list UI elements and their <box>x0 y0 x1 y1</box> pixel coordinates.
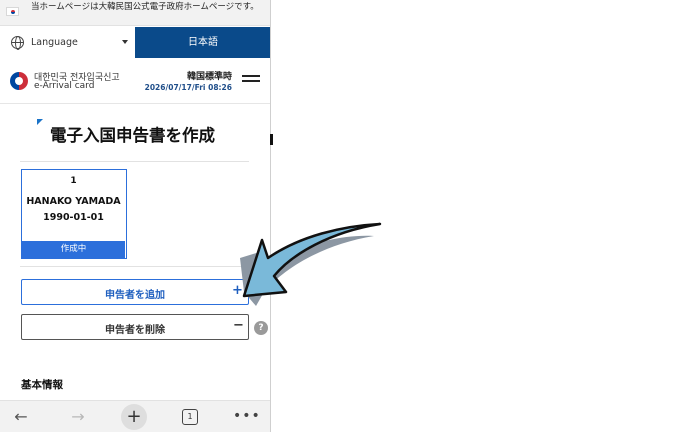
caret-down-icon <box>122 40 128 44</box>
notice-text: 当ホームページは大韓民国公式電子政府ホームページです。 <box>31 2 259 12</box>
applicant-card[interactable]: 1 HANAKO YAMADA 1990-01-01 作成中 <box>21 169 127 259</box>
applicant-status-badge: 作成中 <box>22 241 125 258</box>
timezone-label: 韓国標準時 <box>186 72 232 82</box>
more-options-icon[interactable]: ••• <box>233 409 260 423</box>
remove-applicant-button[interactable]: 申告者を削除 − <box>21 314 249 340</box>
applicant-name: HANAKO YAMADA <box>26 196 121 207</box>
brand-name-english: e-Arrival card <box>34 81 95 91</box>
section-title-basic-info: 基本情報 <box>21 379 63 391</box>
browser-bottom-bar: ← → + 1 ••• <box>0 400 270 432</box>
current-time: 2026/07/17/Fri 08:26 <box>144 83 232 92</box>
korea-emblem-logo[interactable] <box>10 72 28 90</box>
divider <box>20 266 249 267</box>
help-icon[interactable]: ? <box>254 321 268 335</box>
title-accent-mark <box>37 119 43 125</box>
add-applicant-button[interactable]: 申告者を追加 + <box>21 279 249 305</box>
korea-flag-icon <box>6 7 19 16</box>
page-title: 電子入国申告書を作成 <box>50 126 215 145</box>
applicant-dob: 1990-01-01 <box>43 212 104 223</box>
tab-count-icon[interactable]: 1 <box>182 409 198 425</box>
add-applicant-label: 申告者を追加 <box>105 290 165 301</box>
minus-icon: − <box>233 318 244 333</box>
hamburger-menu-icon[interactable] <box>242 75 260 87</box>
applicant-number: 1 <box>70 176 77 186</box>
divider <box>20 161 249 162</box>
language-dropdown[interactable]: Language <box>0 27 135 58</box>
globe-icon <box>11 36 24 50</box>
language-label: Language <box>31 37 78 48</box>
forward-arrow-icon[interactable]: → <box>66 405 90 429</box>
selected-language-button[interactable]: 日本語 <box>135 27 270 58</box>
new-tab-icon[interactable]: + <box>121 404 147 430</box>
plus-icon: + <box>232 283 243 298</box>
site-header: 대한민국 전자입국신고 e-Arrival card 韓国標準時 2026/07… <box>0 58 270 104</box>
back-arrow-icon[interactable]: ← <box>9 405 33 429</box>
scroll-edge-mark <box>270 134 273 145</box>
remove-applicant-label: 申告者を削除 <box>105 325 165 336</box>
language-bar: Language 日本語 <box>0 27 270 58</box>
mobile-browser-viewport: 当ホームページは大韓民国公式電子政府ホームページです。 Language 日本語… <box>0 0 271 432</box>
official-site-notice: 当ホームページは大韓民国公式電子政府ホームページです。 <box>0 0 270 26</box>
